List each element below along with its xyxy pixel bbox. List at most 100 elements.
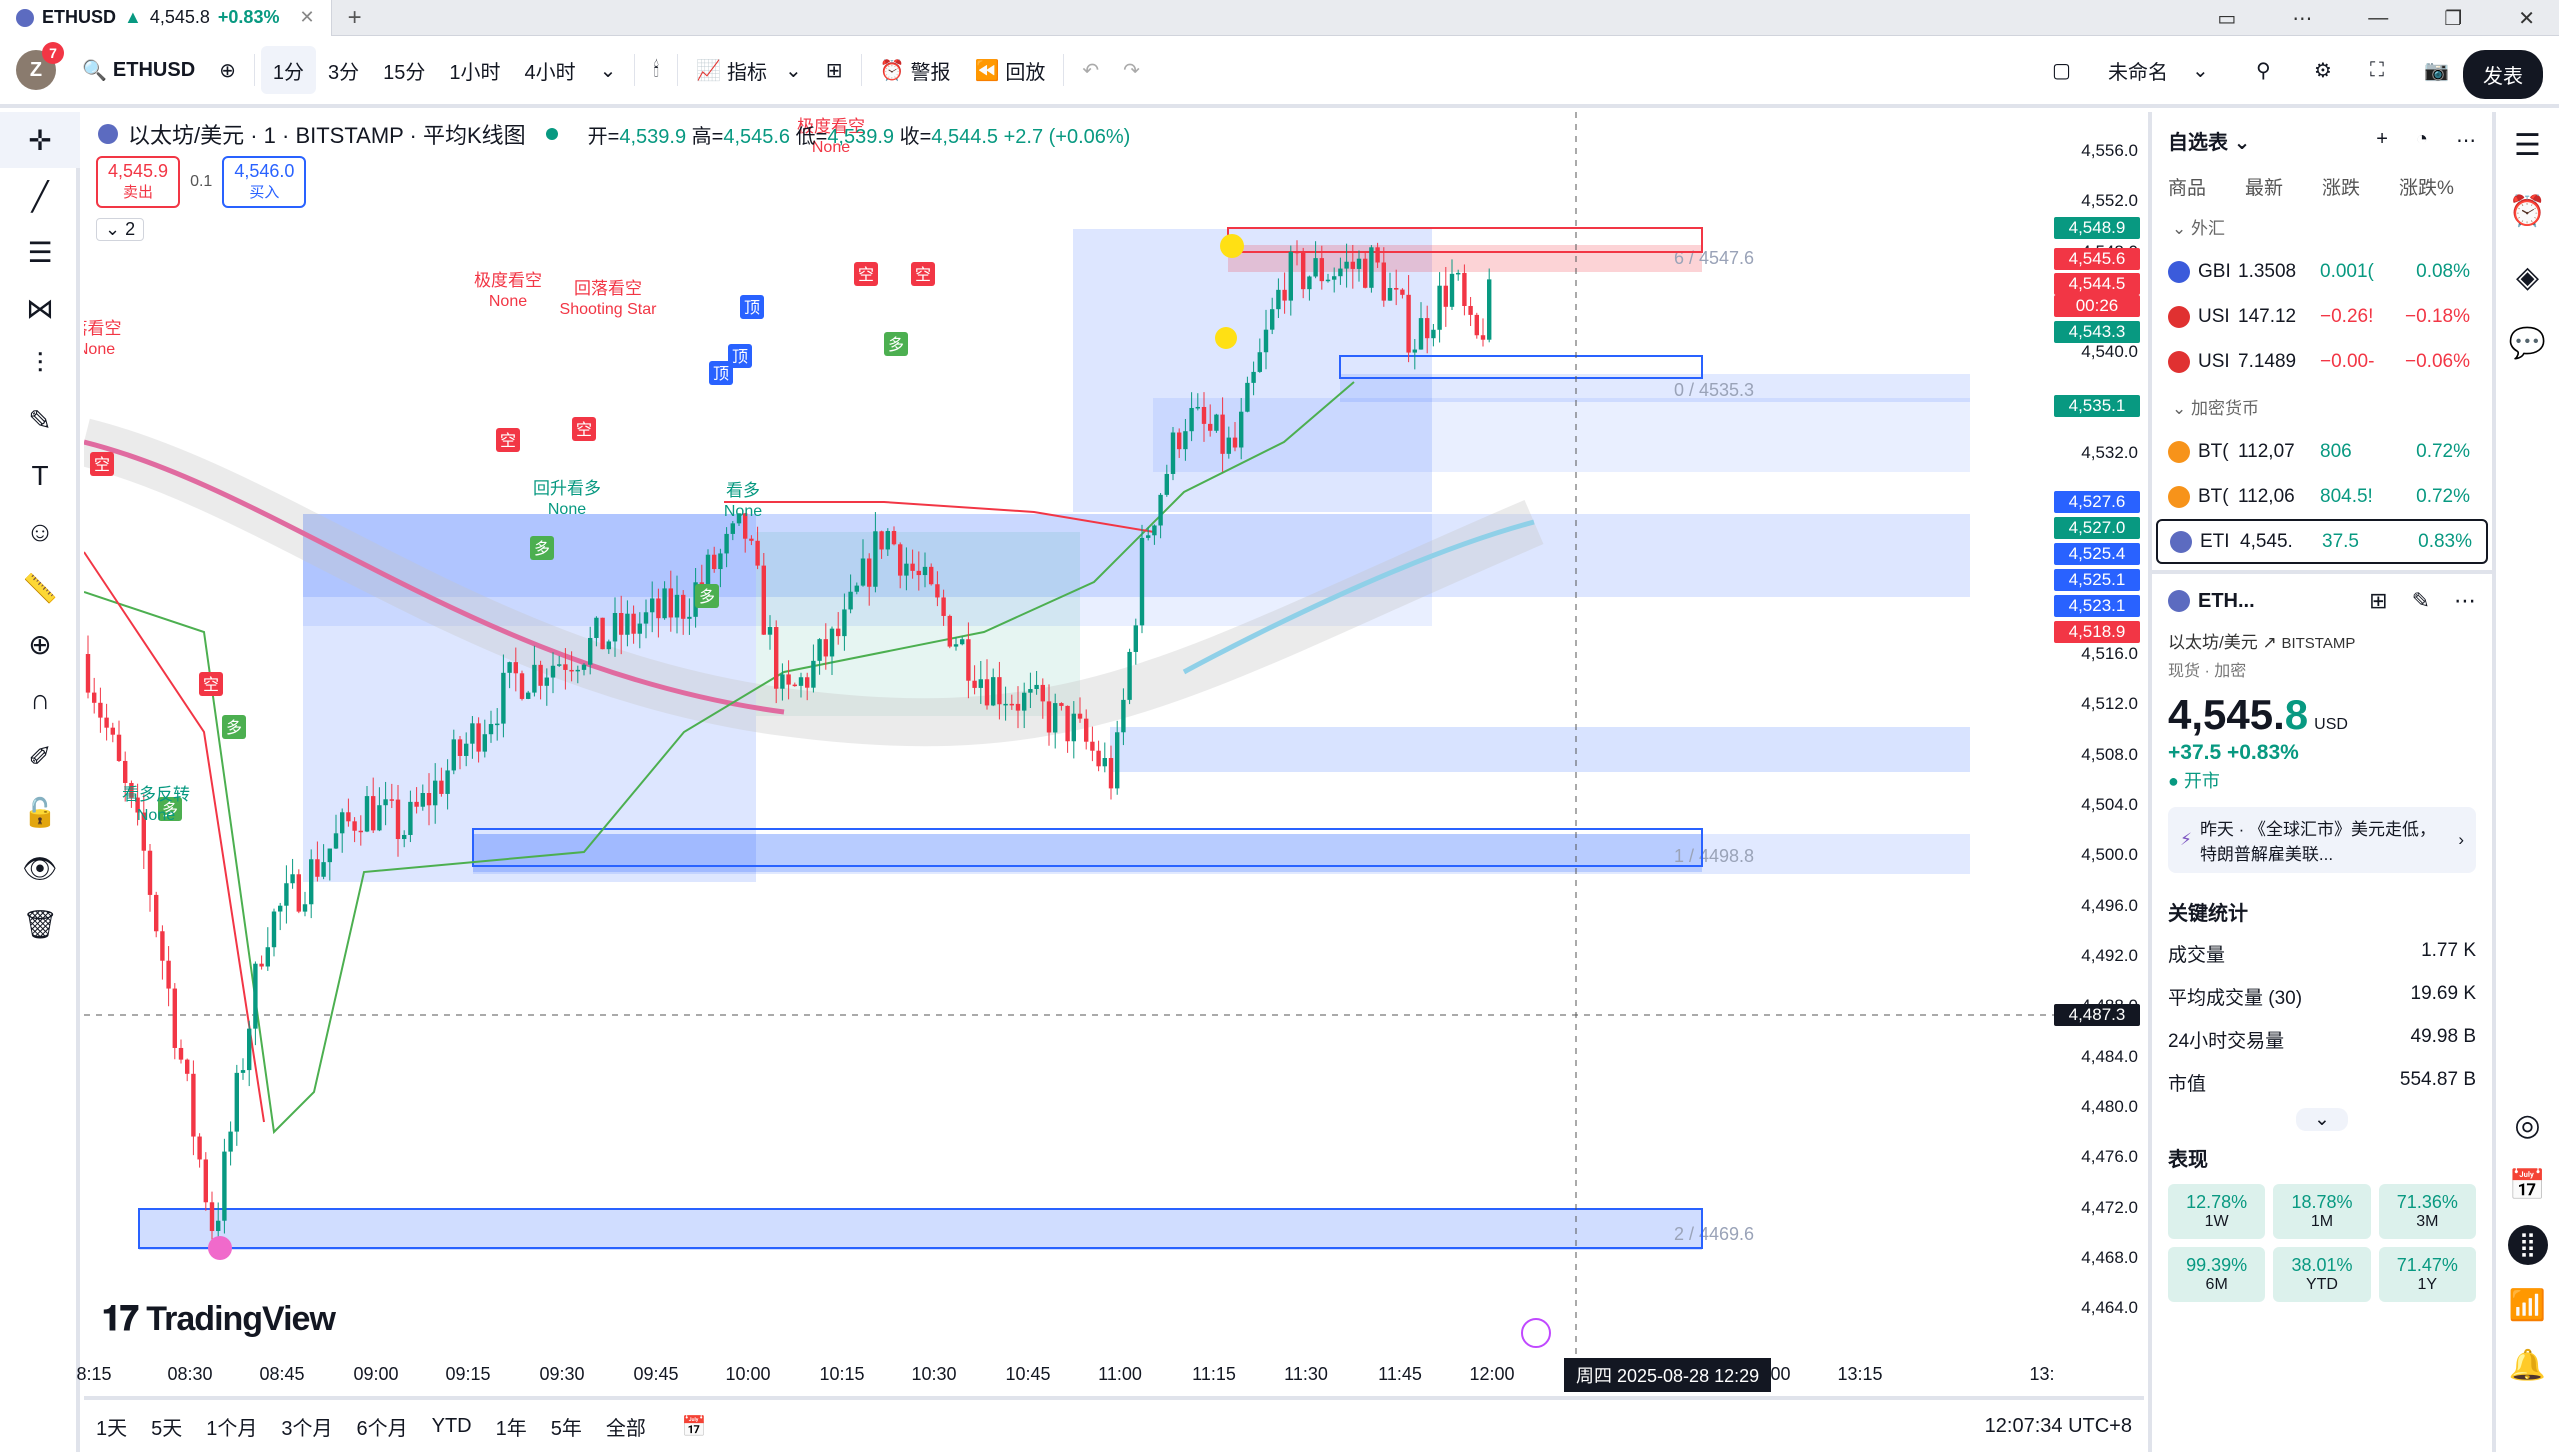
chat-button[interactable]: 💬 — [2496, 310, 2559, 376]
broadcast-button[interactable]: 📶 — [2496, 1272, 2559, 1338]
watchlist-title-button[interactable]: 自选表 ⌄ — [2168, 126, 2250, 155]
forecast-tool[interactable]: ⫶ — [0, 336, 80, 392]
publish-button[interactable]: 发表 — [2463, 50, 2543, 99]
close-tab-icon[interactable]: ✕ — [299, 7, 314, 28]
edit-icon[interactable]: ✎ — [2412, 588, 2430, 614]
symbol-search-button[interactable]: 🔍 ETHUSD — [70, 46, 207, 94]
apps-button[interactable]: ⣿ — [2496, 1212, 2559, 1278]
performance-cell[interactable]: 71.36% 3M — [2378, 1184, 2476, 1239]
grid-icon[interactable]: ⊞ — [2369, 588, 2387, 614]
layout-select-button[interactable]: ▢ — [2040, 46, 2083, 94]
redo-button[interactable]: ↷ — [1111, 46, 1152, 94]
interval-3m[interactable]: 3分 — [316, 46, 371, 94]
watchlist-row[interactable]: BT(112,07 806 0.72% — [2152, 429, 2492, 474]
performance-cell[interactable]: 99.39% 6M — [2168, 1247, 2266, 1302]
goto-date-button[interactable]: 📅 — [670, 1414, 719, 1439]
buy-button[interactable]: 4,546.0 买入 — [222, 156, 307, 208]
pattern-tool[interactable]: ⋈ — [0, 280, 80, 336]
timezone-clock[interactable]: 12:07:34 UTC+8 — [1985, 1415, 2132, 1438]
new-tab-icon[interactable]: + — [348, 4, 362, 32]
range-5d[interactable]: 5天 — [139, 1412, 194, 1441]
range-6m[interactable]: 6个月 — [345, 1412, 420, 1441]
close-window-icon[interactable]: ✕ — [2518, 6, 2535, 31]
range-5y[interactable]: 5年 — [539, 1412, 594, 1441]
measure-tool[interactable]: 📏 — [0, 560, 80, 616]
col-last[interactable]: 最新 — [2245, 173, 2322, 200]
crosshair-tool[interactable]: ✛ — [0, 112, 80, 168]
performance-cell[interactable]: 18.78% 1M — [2273, 1184, 2371, 1239]
emoji-tool[interactable]: ☺ — [0, 504, 80, 560]
calendar-button[interactable]: 📅 — [2496, 1152, 2559, 1218]
magnet-tool[interactable]: ∩ — [0, 672, 80, 728]
object-tree-button[interactable]: ◈ — [2496, 244, 2559, 310]
delete-tool[interactable]: 🗑 — [0, 896, 80, 952]
performance-cell[interactable]: 71.47% 1Y — [2378, 1247, 2476, 1302]
watchlist-panel-button[interactable]: ☰ — [2496, 112, 2559, 178]
watchlist-group-header[interactable]: ⌄ 加密货币 — [2152, 384, 2492, 429]
legend-title[interactable]: 以太坊/美元 · 1 · BITSTAMP · 平均K线图 — [128, 118, 526, 150]
interval-15m[interactable]: 15分 — [371, 46, 437, 94]
watchlist-row[interactable]: USI 7.1489 −0.00- −0.06% — [2152, 339, 2492, 384]
chart-pane[interactable]: 6 / 4547.6 0 / 4535.3 1 / 4498.8 2 / 4469.6… — [84, 112, 2144, 1372]
performance-cell[interactable]: 38.01% YTD — [2273, 1247, 2371, 1302]
fullscreen-button[interactable]: ⛶ — [2358, 46, 2396, 94]
maximize-icon[interactable]: ❐ — [2444, 6, 2462, 31]
avatar[interactable]: Z 7 — [16, 42, 64, 90]
sell-button[interactable]: 4,545.9 卖出 — [96, 156, 181, 208]
more-icon[interactable]: ⋯ — [2456, 128, 2476, 153]
watchlist-row[interactable]: ETI 4,545. 37.5 0.83% — [2156, 519, 2488, 564]
replay-button[interactable]: ⏪ 回放 — [962, 46, 1057, 94]
interval-1h[interactable]: 1小时 — [437, 46, 512, 94]
interval-4h[interactable]: 4小时 — [513, 46, 588, 94]
trade-quantity[interactable]: 0.1 — [190, 173, 212, 191]
col-change[interactable]: 涨跌 — [2322, 173, 2399, 200]
external-link-icon[interactable]: ↗ — [2262, 633, 2276, 652]
range-1m[interactable]: 1个月 — [194, 1412, 269, 1441]
watchlist-group-header[interactable]: ⌄ 外汇 — [2152, 204, 2492, 249]
interval-dropdown[interactable]: ⌄ — [588, 46, 629, 94]
undo-button[interactable]: ↶ — [1070, 46, 1111, 94]
col-change-pct[interactable]: 涨跌% — [2399, 173, 2476, 200]
chart-type-button[interactable]: 🕯 — [641, 46, 671, 94]
alerts-button[interactable]: ⏰ 警报 — [868, 46, 963, 94]
templates-button[interactable]: ⊞ — [814, 46, 855, 94]
price-chart-svg[interactable]: 6 / 4547.60 / 4535.31 / 4498.82 / 4469.6… — [84, 112, 2054, 1372]
news-headline[interactable]: ⚡ 昨天 · 《全球汇市》美元走低，特朗普解雇美联... › — [2168, 807, 2476, 873]
range-1d[interactable]: 1天 — [84, 1412, 139, 1441]
watchlist-row[interactable]: GBI 1.3508 0.001(0.08% — [2152, 249, 2492, 294]
advanced-view-icon[interactable]: ◔ — [2416, 128, 2428, 153]
add-symbol-icon[interactable]: + — [2376, 128, 2388, 153]
performance-cell[interactable]: 12.78% 1W — [2168, 1184, 2266, 1239]
trendline-tool[interactable]: ╱ — [0, 168, 80, 224]
layout-name-button[interactable]: 未命名 ⌄ — [2096, 46, 2221, 94]
notifications-button[interactable]: 🔔 — [2496, 1332, 2559, 1398]
snapshot-button[interactable]: 📷 — [2412, 46, 2461, 94]
chart-tab[interactable]: ETHUSD ▲ 4,545.8 +0.83% ✕ — [0, 0, 332, 36]
brush-tool[interactable]: ✎ — [0, 392, 80, 448]
watchlist-row[interactable]: BT(112,06 804.5! 0.72% — [2152, 474, 2492, 519]
settings-button[interactable]: ⚙ — [2302, 46, 2344, 94]
detail-symbol[interactable]: ETH... — [2198, 590, 2255, 613]
minimize-icon[interactable]: — — [2368, 7, 2388, 30]
indicator-layers-toggle[interactable]: ⌄ 2 — [96, 218, 145, 241]
time-axis[interactable]: 13:13:1513:0012:4512:0011:4511:3011:1511… — [76, 1356, 2144, 1396]
expand-chevron-icon[interactable]: ⌄ — [2296, 1108, 2348, 1131]
watchlist-row[interactable]: USI 147.12 −0.26! −0.18% — [2152, 294, 2492, 339]
alerts-panel-button[interactable]: ⏰ — [2496, 178, 2559, 244]
price-axis[interactable]: 4,556.04,552.04,548.04,544.04,540.04,536… — [2054, 112, 2144, 1372]
more-icon[interactable]: ⋯ — [2454, 588, 2476, 614]
col-symbol[interactable]: 商品 — [2168, 173, 2245, 200]
range-all[interactable]: 全部 — [594, 1412, 658, 1441]
lock-tool[interactable]: 🔓 — [0, 784, 80, 840]
compare-button[interactable]: ⊕ — [207, 46, 248, 94]
text-tool[interactable]: T — [0, 448, 80, 504]
indicators-button[interactable]: 📈 指标 ⌄ — [684, 46, 814, 94]
target-button[interactable]: ◎ — [2496, 1092, 2559, 1158]
range-3m[interactable]: 3个月 — [269, 1412, 344, 1441]
interval-1m[interactable]: 1分 — [260, 46, 317, 94]
quick-search-button[interactable]: ⚲ — [2244, 46, 2283, 94]
more-icon[interactable]: ⋯ — [2292, 6, 2312, 31]
visibility-tool[interactable]: 👁 — [0, 840, 80, 896]
layout-icon[interactable]: ▭ — [2217, 6, 2236, 31]
range-ytd[interactable]: YTD — [420, 1415, 484, 1438]
